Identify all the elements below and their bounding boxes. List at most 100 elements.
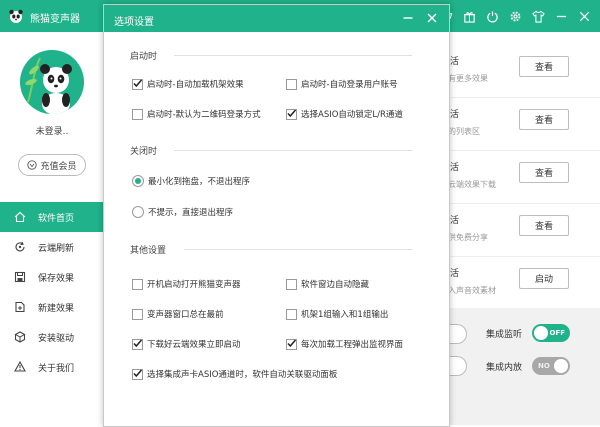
toggle-label: 集成内放 bbox=[486, 362, 523, 373]
checkbox-unchecked[interactable] bbox=[132, 308, 143, 320]
card-subtitle: 有更多效果 bbox=[448, 74, 488, 83]
section-divider bbox=[174, 150, 412, 151]
left-toggle-partial[interactable] bbox=[448, 356, 467, 376]
feature-card: 活 云端效果下载 查看 bbox=[448, 151, 600, 204]
minimize-icon bbox=[403, 17, 413, 19]
feature-card-list: 活 有更多效果 查看 活 的列表区 查看 活 云端效果下载 查看 活 供免费分享… bbox=[448, 45, 600, 309]
option-asio-link-driver-panel[interactable]: 选择集成声卡ASIO通道时，软件自动关联驱动面板 bbox=[132, 368, 337, 380]
dialog-minimize-button[interactable] bbox=[399, 9, 417, 27]
app-toolbar bbox=[436, 0, 594, 32]
vip-icon bbox=[27, 160, 38, 170]
section-divider bbox=[184, 249, 412, 250]
nav-item-cloud-refresh[interactable]: 云端刷新 bbox=[0, 232, 104, 262]
section-title-other: 其他设置 bbox=[130, 246, 167, 256]
home-icon bbox=[14, 211, 26, 223]
checkbox-unchecked[interactable] bbox=[132, 108, 143, 120]
option-label: 机架1组输入和1组输出 bbox=[301, 310, 389, 320]
nav-list: 软件首页 云端刷新 保存效果 新建效果 安装驱动 关于我们 bbox=[0, 202, 104, 382]
install-driver-icon bbox=[14, 331, 26, 343]
option-label: 启动时-自动登录用户账号 bbox=[301, 80, 398, 90]
integrated-monitor-toggle[interactable]: OFF bbox=[532, 324, 571, 342]
nav-item-save-effect[interactable]: 保存效果 bbox=[0, 262, 104, 292]
card-view-button[interactable]: 查看 bbox=[519, 109, 569, 130]
checkmark-icon bbox=[133, 369, 143, 377]
option-exit-directly[interactable]: 不提示，直接退出程序 bbox=[132, 206, 233, 218]
card-view-button[interactable]: 查看 bbox=[519, 215, 569, 236]
minimize-icon[interactable] bbox=[551, 6, 571, 26]
checkbox-checked[interactable] bbox=[132, 368, 143, 380]
option-show-monitor-panel[interactable]: 每次加载工程弹出监视界面 bbox=[286, 338, 403, 350]
new-effect-icon bbox=[15, 301, 25, 313]
option-minimize-to-tray[interactable]: 最小化到拖盘，不退出程序 bbox=[132, 175, 250, 187]
checkmark-icon bbox=[287, 339, 297, 347]
avatar[interactable] bbox=[20, 50, 84, 114]
option-auto-hide-edge[interactable]: 软件窗边自动隐藏 bbox=[286, 278, 369, 290]
card-title: 活 bbox=[450, 57, 460, 67]
close-icon[interactable] bbox=[574, 6, 594, 26]
nav-item-label: 保存效果 bbox=[38, 273, 75, 284]
checkbox-unchecked[interactable] bbox=[286, 308, 297, 320]
checkbox-unchecked[interactable] bbox=[286, 278, 297, 290]
option-label: 下载好云端效果立即启动 bbox=[147, 340, 241, 350]
option-start-downloaded-effect[interactable]: 下载好云端效果立即启动 bbox=[132, 338, 241, 350]
checkbox-checked[interactable] bbox=[286, 108, 297, 120]
checkbox-unchecked[interactable] bbox=[132, 278, 143, 290]
dialog-titlebar[interactable]: 选项设置 bbox=[104, 5, 449, 32]
card-subtitle: 入声音效素材 bbox=[448, 286, 496, 295]
card-subtitle: 云端效果下载 bbox=[448, 180, 496, 189]
card-title: 活 bbox=[450, 110, 460, 120]
toggle-label: 集成监听 bbox=[486, 329, 523, 340]
nav-item-home[interactable]: 软件首页 bbox=[0, 202, 104, 232]
nav-item-new-effect[interactable]: 新建效果 bbox=[0, 292, 104, 322]
feature-card: 活 的列表区 查看 bbox=[448, 98, 600, 151]
card-start-button[interactable]: 启动 bbox=[519, 268, 569, 289]
vip-recharge-button[interactable]: 充值会员 bbox=[18, 154, 86, 176]
left-toggle-partial[interactable] bbox=[448, 324, 467, 344]
dialog-title: 选项设置 bbox=[114, 17, 154, 28]
checkbox-checked[interactable] bbox=[286, 338, 297, 350]
skin-shirt-icon[interactable] bbox=[528, 6, 548, 26]
option-autoload-rack-effect[interactable]: 启动时-自动加载机架效果 bbox=[132, 78, 244, 90]
sidebar: 未登录.. 充值会员 软件首页 云端刷新 保存效果 新建效果 安装驱动 关于我们 bbox=[0, 32, 105, 425]
close-icon bbox=[427, 13, 437, 23]
integrated-playback-row: 集成内放 NO bbox=[486, 356, 571, 376]
card-view-button[interactable]: 查看 bbox=[519, 162, 569, 183]
app-title: 熊猫变声器 bbox=[30, 14, 80, 25]
option-launch-on-boot[interactable]: 开机启动打开熊猫变声器 bbox=[132, 278, 241, 290]
option-rack-io[interactable]: 机架1组输入和1组输出 bbox=[286, 308, 388, 320]
checkmark-icon bbox=[287, 109, 297, 117]
refresh-icon bbox=[15, 241, 25, 252]
checkbox-unchecked[interactable] bbox=[286, 78, 297, 90]
option-label: 选择集成声卡ASIO通道时，软件自动关联驱动面板 bbox=[147, 370, 338, 380]
toggle-knob bbox=[534, 326, 549, 340]
checkbox-checked[interactable] bbox=[132, 338, 143, 350]
nav-item-about[interactable]: 关于我们 bbox=[0, 352, 104, 382]
integrated-playback-toggle[interactable]: NO bbox=[532, 357, 571, 375]
option-auto-login[interactable]: 启动时-自动登录用户账号 bbox=[286, 78, 398, 90]
toggle-state-text: OFF bbox=[549, 329, 566, 337]
option-qrcode-login[interactable]: 启动时-默认为二维码登录方式 bbox=[132, 108, 261, 120]
nav-item-install-driver[interactable]: 安装驱动 bbox=[0, 322, 104, 352]
login-status[interactable]: 未登录.. bbox=[0, 124, 104, 137]
gift-icon[interactable] bbox=[459, 6, 479, 26]
checkbox-checked[interactable] bbox=[132, 78, 143, 90]
radio-dot bbox=[135, 178, 141, 184]
option-label: 变声器窗口总在最前 bbox=[147, 310, 224, 320]
feature-card: 活 有更多效果 查看 bbox=[448, 45, 600, 98]
dialog-close-button[interactable] bbox=[423, 9, 441, 27]
nav-item-label: 关于我们 bbox=[38, 363, 75, 374]
option-asio-lock-lr[interactable]: 选择ASIO自动锁定L/R通道 bbox=[286, 108, 403, 120]
option-always-on-top[interactable]: 变声器窗口总在最前 bbox=[132, 308, 224, 320]
radio-unselected[interactable] bbox=[132, 206, 144, 218]
checkmark-icon bbox=[133, 79, 143, 87]
radio-selected[interactable] bbox=[132, 175, 144, 187]
option-label: 选择ASIO自动锁定L/R通道 bbox=[301, 110, 403, 120]
gear-icon[interactable] bbox=[505, 6, 525, 26]
nav-item-label: 新建效果 bbox=[38, 303, 75, 314]
section-title-close: 关闭时 bbox=[130, 147, 158, 157]
card-view-button[interactable]: 查看 bbox=[519, 56, 569, 77]
toggle-knob bbox=[554, 359, 569, 373]
panda-logo-icon bbox=[9, 9, 23, 23]
power-icon[interactable] bbox=[482, 6, 502, 26]
nav-item-label: 云端刷新 bbox=[38, 243, 75, 254]
